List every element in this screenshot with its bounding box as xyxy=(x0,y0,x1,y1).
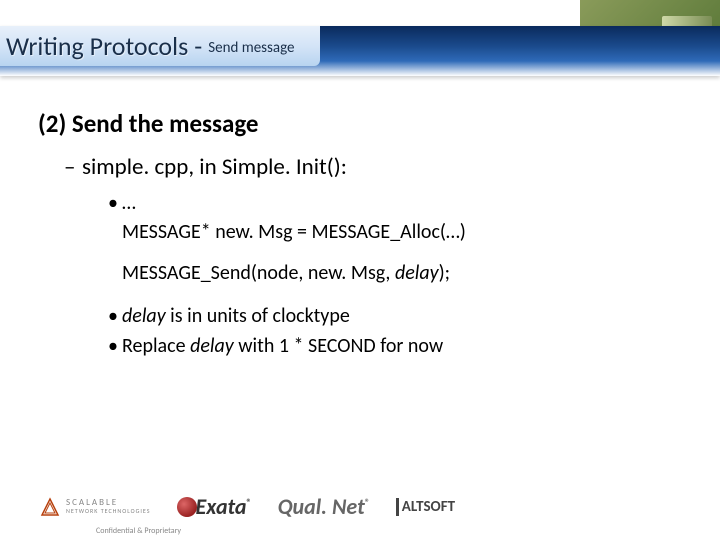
bullet-dot: • xyxy=(108,301,122,331)
logo-qualnet: Qual. Net® xyxy=(278,493,370,520)
content-heading: (2) Send the message xyxy=(38,108,680,139)
footer-logos: SCALABLE NETWORK TECHNOLOGIES Exata® Qua… xyxy=(40,493,680,520)
code-block: MESSAGE* new. Msg = MESSAGE_Alloc(…) MES… xyxy=(122,219,680,287)
slide-title-sub: Send message xyxy=(208,39,294,57)
bullet-3: •Replace delay with 1 * SECOND for now xyxy=(108,331,680,361)
logo-scalable: SCALABLE NETWORK TECHNOLOGIES xyxy=(40,497,151,517)
bullet-dot: • xyxy=(108,331,122,361)
logo-exata: Exata® xyxy=(177,493,252,520)
sub-item-1: –simple. cpp, in Simple. Init(): xyxy=(64,153,680,181)
code-line-2: MESSAGE_Send(node, new. Msg, delay); xyxy=(122,260,680,287)
dash-bullet: – xyxy=(64,153,82,181)
triangle-icon xyxy=(40,497,60,517)
bullet-dot: • xyxy=(108,191,122,215)
slide-title-main: Writing Protocols xyxy=(6,30,188,62)
confidential-text: Confidential & Proprietary xyxy=(96,526,181,536)
logo-altsoft: ALTSOFT xyxy=(396,498,455,516)
title-bar: Writing Protocols - Send message xyxy=(0,26,720,76)
sphere-icon xyxy=(177,497,197,517)
slide-content: (2) Send the message –simple. cpp, in Si… xyxy=(38,108,680,361)
sub-item-1-text: simple. cpp, in Simple. Init(): xyxy=(82,153,347,181)
slide-title-separator: - xyxy=(194,30,202,62)
code-line-1: MESSAGE* new. Msg = MESSAGE_Alloc(…) xyxy=(122,219,680,246)
bullet-2: •delay is in units of clocktype xyxy=(108,301,680,331)
bullet-1: •… xyxy=(108,191,680,215)
scalable-text-bot: NETWORK TECHNOLOGIES xyxy=(66,508,151,515)
bullet-1-text: … xyxy=(122,191,136,215)
